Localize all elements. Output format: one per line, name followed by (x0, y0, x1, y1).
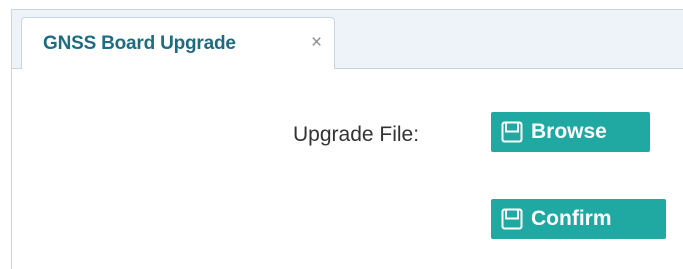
upgrade-file-label: Upgrade File: (293, 123, 420, 146)
confirm-button-label: Confirm (531, 207, 612, 230)
save-icon (501, 208, 523, 230)
save-icon (501, 121, 523, 143)
browse-button[interactable]: Browse (491, 112, 650, 152)
confirm-button[interactable]: Confirm (491, 199, 666, 239)
tab-bar: GNSS Board Upgrade × (12, 10, 683, 69)
browse-button-label: Browse (531, 120, 607, 143)
tab-gnss-board-upgrade[interactable]: GNSS Board Upgrade × (21, 17, 335, 69)
close-icon[interactable]: × (311, 32, 322, 54)
tab-title: GNSS Board Upgrade (43, 33, 236, 54)
